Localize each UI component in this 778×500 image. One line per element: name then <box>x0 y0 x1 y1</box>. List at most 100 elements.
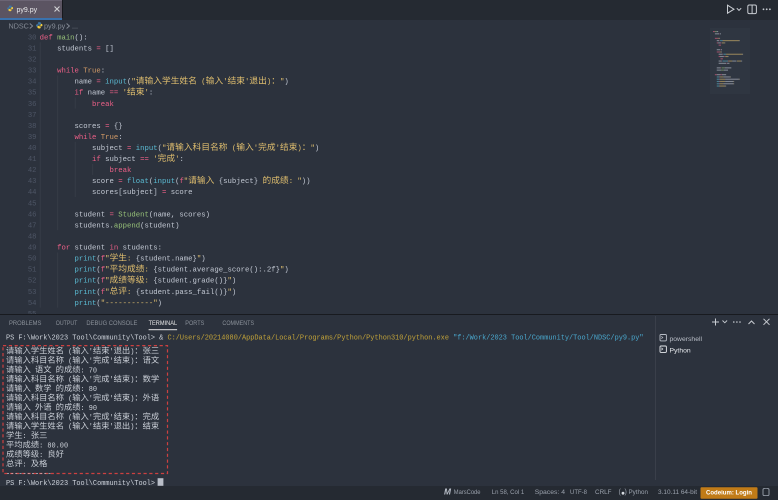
svg-text:35: 35 <box>28 90 37 98</box>
svg-text:33: 33 <box>28 68 37 76</box>
svg-text:3.10.11 64-bit: 3.10.11 64-bit <box>658 489 697 496</box>
svg-text:break: break <box>110 167 132 175</box>
svg-text:30: 30 <box>28 34 37 42</box>
svg-text:): ) <box>625 489 627 496</box>
svg-text:39: 39 <box>28 134 37 142</box>
svg-text:": " <box>184 178 188 186</box>
svg-text:': ' <box>110 414 114 422</box>
svg-text:': ' <box>89 396 93 404</box>
svg-text:)): )) <box>302 178 311 186</box>
svg-text:(: ( <box>228 145 237 153</box>
svg-text:if: if <box>75 90 88 98</box>
svg-text:): ) <box>284 267 288 275</box>
svg-text:(: ( <box>64 377 72 385</box>
svg-text:": " <box>131 79 135 87</box>
svg-text:": " <box>105 278 109 286</box>
svg-text:': ' <box>110 396 114 404</box>
svg-text:': ' <box>153 156 157 164</box>
svg-text:print: print <box>75 278 97 286</box>
svg-text:True: True <box>101 134 118 142</box>
svg-text:44: 44 <box>28 189 37 197</box>
svg-text:): ) <box>130 414 134 422</box>
svg-text:': ' <box>89 414 93 422</box>
svg-text:=: = <box>110 211 115 219</box>
svg-text:PROBLEMS: PROBLEMS <box>9 320 41 327</box>
svg-text:': ' <box>110 424 114 432</box>
svg-text::: : <box>23 461 31 469</box>
svg-text:: ": : " <box>289 178 302 186</box>
svg-text:in: in <box>110 245 123 253</box>
svg-text:print: print <box>75 300 97 308</box>
svg-text:): ) <box>130 424 134 432</box>
svg-text:CRLF: CRLF <box>595 489 612 496</box>
svg-text:students.: students. <box>40 222 114 230</box>
svg-text:[]: [] <box>101 45 114 53</box>
svg-text:print: print <box>75 267 97 275</box>
svg-text:(: ( <box>64 349 72 357</box>
svg-text:=: = <box>96 79 101 87</box>
svg-text:): ) <box>130 349 134 357</box>
svg-text:UTF-8: UTF-8 <box>570 489 587 496</box>
svg-text::: : <box>39 452 47 460</box>
svg-text:53: 53 <box>28 289 37 297</box>
svg-text:"-----------": "-----------" <box>101 300 158 308</box>
svg-text:": " <box>105 267 109 275</box>
svg-text:{student.average_score():.2f}: {student.average_score():.2f} <box>153 267 280 275</box>
svg-text:': ' <box>89 349 93 357</box>
svg-text:if: if <box>92 156 105 164</box>
svg-text::: : <box>23 433 31 441</box>
svg-text:subject: subject <box>40 145 127 153</box>
svg-text:name: name <box>88 90 110 98</box>
svg-text:...: ... <box>72 21 78 30</box>
svg-text:==: == <box>110 90 119 98</box>
svg-text:): ) <box>130 377 134 385</box>
svg-text::: : <box>144 267 153 275</box>
svg-text:': ' <box>123 90 127 98</box>
svg-text:52: 52 <box>28 278 37 286</box>
svg-text:float: float <box>127 178 149 186</box>
svg-text:{subject}: {subject} <box>219 178 258 186</box>
svg-text:C:/Users/20214080/AppData/Loca: C:/Users/20214080/AppData/Local/Programs… <box>167 335 449 343</box>
svg-text:): ) <box>158 300 162 308</box>
svg-text:': ' <box>89 424 93 432</box>
svg-text:break: break <box>92 101 114 109</box>
svg-text:(student): (student) <box>140 222 179 230</box>
svg-text:": " <box>105 289 109 297</box>
svg-text:42: 42 <box>28 167 37 175</box>
svg-text:": " <box>105 256 109 264</box>
svg-text:{}: {} <box>110 123 123 131</box>
svg-text:": " <box>162 145 166 153</box>
svg-text:powershell: powershell <box>670 336 703 343</box>
svg-text:38: 38 <box>28 123 37 131</box>
svg-text:(: ( <box>64 424 72 432</box>
svg-text:(: ( <box>64 414 72 422</box>
svg-text:': ' <box>89 377 93 385</box>
svg-text:for: for <box>57 245 74 253</box>
svg-text:(: ( <box>64 396 72 404</box>
svg-text:43: 43 <box>28 178 37 186</box>
svg-text::: : <box>179 156 183 164</box>
svg-text:name: name <box>40 79 97 87</box>
svg-text:): ) <box>130 358 134 366</box>
svg-text:():: (): <box>75 34 88 42</box>
svg-text:student: student <box>75 245 110 253</box>
svg-text:36: 36 <box>28 101 37 109</box>
svg-text:': ' <box>110 377 114 385</box>
svg-text:=: = <box>127 145 132 153</box>
svg-text:subject: subject <box>105 156 140 164</box>
svg-text:48: 48 <box>28 233 37 241</box>
svg-text::: : <box>101 68 105 76</box>
svg-text:51: 51 <box>28 267 37 275</box>
svg-text:M: M <box>444 487 452 497</box>
svg-text:student: student <box>40 211 110 219</box>
svg-text:print: print <box>75 289 97 297</box>
svg-text:input: input <box>153 178 175 186</box>
svg-text:: 90: : 90 <box>81 405 98 413</box>
svg-text:': ' <box>110 349 114 357</box>
svg-text:students:: students: <box>123 245 162 253</box>
svg-text:': ' <box>110 358 114 366</box>
svg-text:': ' <box>254 145 258 153</box>
svg-text:(: ( <box>64 358 72 366</box>
svg-text:): ) <box>232 289 236 297</box>
svg-text:True: True <box>83 68 100 76</box>
